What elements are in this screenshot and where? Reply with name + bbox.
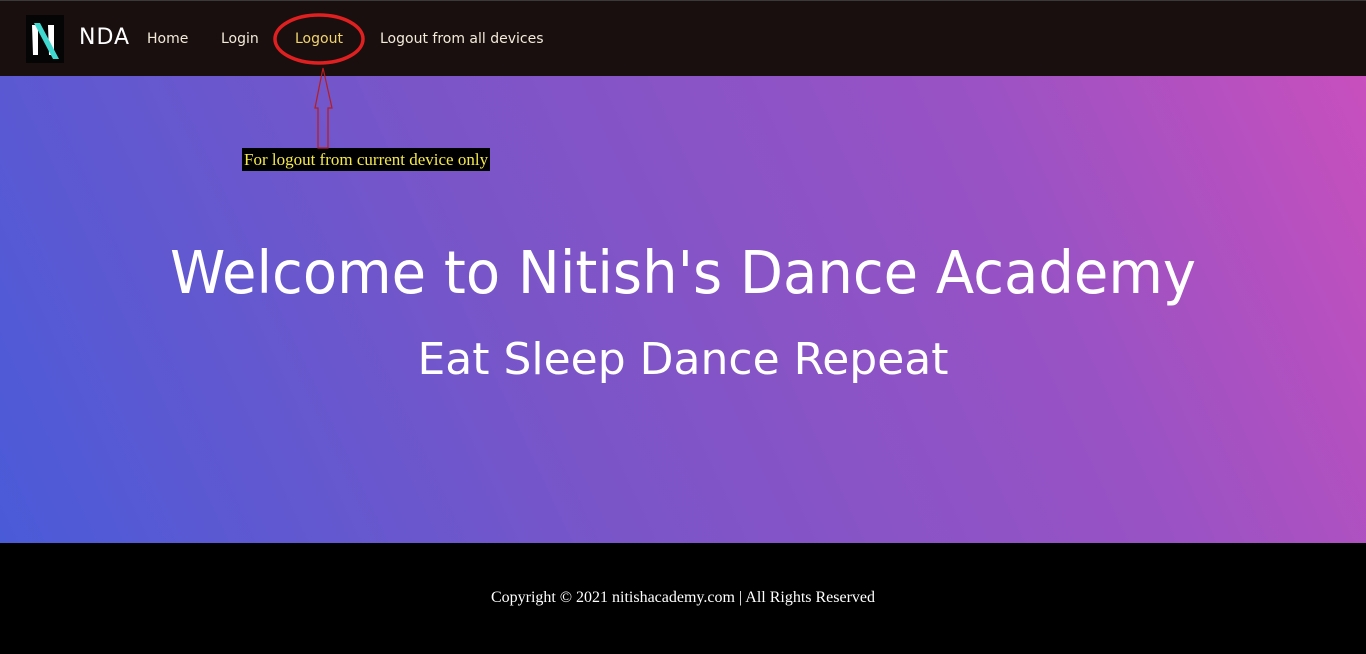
logo[interactable]	[26, 15, 64, 63]
hero-subtitle: Eat Sleep Dance Repeat	[417, 334, 949, 385]
hero-banner: Welcome to Nitish's Dance Academy Eat Sl…	[0, 76, 1366, 543]
copyright-text: Copyright © 2021 nitishacademy.com | All…	[490, 589, 876, 606]
navbar: NDA Home Login Logout Logout from all de…	[0, 0, 1366, 76]
footer: Copyright © 2021 nitishacademy.com | All…	[0, 543, 1366, 654]
logo-n-icon	[32, 23, 59, 59]
nav-logout-all-link[interactable]: Logout from all devices	[380, 31, 544, 47]
annotation-note: For logout from current device only	[242, 148, 491, 171]
nav-login-link[interactable]: Login	[221, 31, 259, 47]
nav-logout-link[interactable]: Logout	[295, 31, 343, 47]
brand-name[interactable]: NDA	[79, 25, 130, 50]
hero-title: Welcome to Nitish's Dance Academy	[169, 239, 1197, 308]
nav-home-link[interactable]: Home	[147, 31, 188, 47]
